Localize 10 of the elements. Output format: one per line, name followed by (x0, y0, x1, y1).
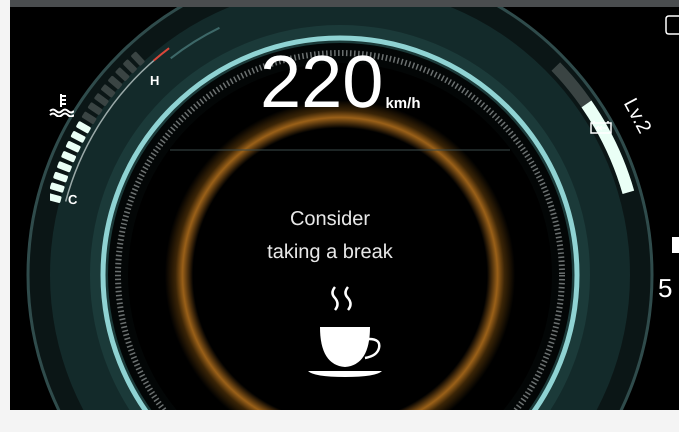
speed-readout: 220 (260, 45, 384, 119)
hot-label: H (150, 72, 160, 90)
square-outline-icon (665, 15, 679, 35)
thermometer-icon (48, 91, 74, 117)
message-text: Consider taking a break (266, 207, 394, 265)
side-reading: 5 (658, 272, 672, 305)
cold-label: C (68, 191, 78, 209)
regen-level-label: Lv.2 (618, 94, 656, 140)
speed-unit: km/h (385, 94, 420, 114)
battery-icon (590, 120, 612, 134)
